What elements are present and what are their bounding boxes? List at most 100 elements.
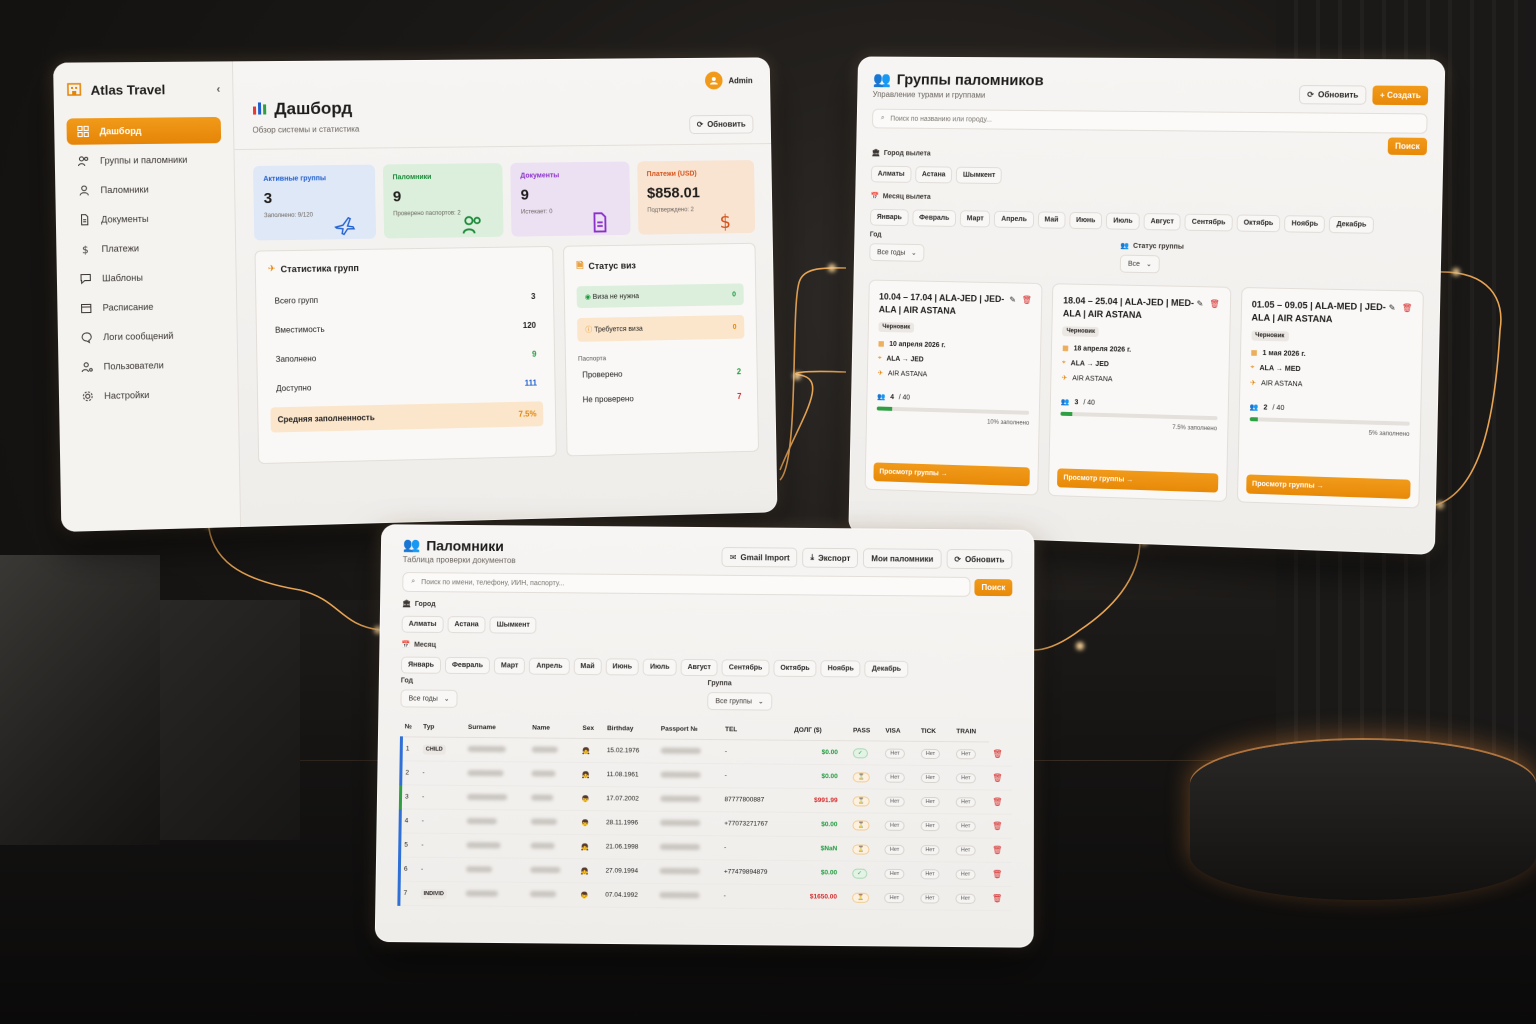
month-chip[interactable]: Август — [680, 658, 718, 677]
column-header[interactable]: Sex — [579, 718, 605, 739]
column-header[interactable]: ДОЛГ ($) — [791, 720, 851, 741]
trash-icon[interactable]: 🗑 — [989, 765, 1012, 791]
train-status[interactable]: Нет — [955, 893, 976, 904]
visa-status[interactable]: Нет — [885, 772, 905, 783]
trash-icon[interactable]: 🗑 — [989, 814, 1012, 839]
pencil-icon[interactable]: ✎ — [1197, 299, 1204, 308]
my-pilgrims-button[interactable]: Мои паломники — [863, 548, 942, 569]
train-status[interactable]: Нет — [956, 748, 976, 759]
export-button[interactable]: ⤓ Экспорт — [802, 547, 859, 569]
month-chip[interactable]: Апрель — [529, 657, 570, 675]
city-chip[interactable]: Шымкент — [489, 616, 537, 634]
pilgrims-year-select[interactable]: Все годы ⌄ — [400, 689, 458, 708]
year-select[interactable]: Все годы ⌄ — [869, 243, 925, 262]
pilgrims-search-button[interactable]: Поиск — [974, 578, 1013, 596]
stat-card[interactable]: Документы 9 Истекает: 0 — [510, 161, 631, 237]
tick-status[interactable]: Нет — [920, 772, 941, 783]
tick-status[interactable]: Нет — [920, 820, 940, 831]
sidebar-item[interactable]: Пользователи — [71, 351, 226, 380]
pass-status[interactable]: ⏳ — [852, 795, 870, 806]
column-header[interactable]: Birthday — [603, 719, 658, 740]
pass-status[interactable]: ⏳ — [852, 892, 870, 903]
sidebar-item[interactable]: Дашборд — [66, 116, 222, 145]
city-chip[interactable]: Астана — [915, 166, 953, 184]
group-card[interactable]: 01.05 – 09.05 | ALA-MED | JED-ALA | AIR … — [1236, 286, 1424, 509]
group-card[interactable]: 18.04 – 25.04 | ALA-JED | MED-ALA | AIR … — [1048, 283, 1232, 502]
column-header[interactable]: Тур — [419, 717, 466, 738]
pass-status[interactable]: ✓ — [852, 868, 867, 879]
chevron-left-icon[interactable]: ‹ — [216, 83, 220, 95]
tick-status[interactable]: Нет — [920, 892, 940, 904]
group-card[interactable]: 10.04 – 17.04 | ALA-JED | JED-ALA | AIR … — [864, 279, 1043, 496]
city-chip[interactable]: Алматы — [401, 615, 444, 633]
pass-status[interactable]: ⏳ — [852, 771, 870, 782]
month-chip[interactable]: Сентябрь — [1184, 213, 1233, 232]
view-group-button[interactable]: Просмотр группы → — [873, 462, 1031, 487]
column-header[interactable]: Surname — [464, 717, 530, 738]
pass-status[interactable]: ⏳ — [852, 819, 870, 831]
groups-search-input[interactable]: ⌕ Поиск по названию или городу... — [871, 108, 1428, 134]
column-header[interactable]: TRAIN — [953, 722, 990, 742]
column-header[interactable]: VISA — [882, 721, 918, 742]
train-status[interactable]: Нет — [956, 796, 976, 807]
trash-icon[interactable]: 🗑 — [1402, 303, 1413, 312]
train-status[interactable]: Нет — [956, 772, 976, 783]
trash-icon[interactable]: 🗑 — [988, 862, 1012, 887]
sidebar-item[interactable]: Группы и паломники — [67, 146, 222, 174]
trash-icon[interactable]: 🗑 — [989, 741, 1012, 767]
pencil-icon[interactable]: ✎ — [1389, 303, 1396, 312]
train-status[interactable]: Нет — [955, 844, 976, 856]
column-header[interactable]: № — [401, 717, 421, 738]
table-row[interactable]: 7 INDIVID 👦 07.04.1992 - $1650.00 ⏳ Нет Нет Нет 🗑 — [398, 881, 1012, 911]
month-chip[interactable]: Май — [1037, 211, 1066, 229]
sidebar-item[interactable]: $ Платежи — [69, 234, 224, 263]
month-chip[interactable]: Октябрь — [1236, 214, 1281, 233]
group-select[interactable]: Все группы ⌄ — [707, 692, 772, 711]
month-chip[interactable]: Июль — [642, 658, 677, 676]
city-chip[interactable]: Шымкент — [955, 166, 1003, 185]
tick-status[interactable]: Нет — [920, 844, 940, 855]
visa-status[interactable]: Нет — [884, 868, 905, 879]
visa-status[interactable]: Нет — [884, 892, 905, 903]
sidebar-item[interactable]: Паломники — [67, 175, 222, 203]
month-chip[interactable]: Май — [573, 658, 602, 676]
sidebar-item[interactable]: Логи сообщений — [70, 322, 225, 351]
trash-icon[interactable]: 🗑 — [989, 838, 1012, 863]
train-status[interactable]: Нет — [955, 868, 976, 880]
month-chip[interactable]: Июль — [1106, 212, 1140, 230]
tick-status[interactable]: Нет — [920, 868, 940, 879]
trash-icon[interactable]: 🗑 — [988, 886, 1012, 911]
month-chip[interactable]: Ноябрь — [1284, 215, 1326, 234]
tick-status[interactable]: Нет — [920, 748, 941, 759]
groups-search-button[interactable]: Поиск — [1387, 137, 1428, 156]
gmail-import-button[interactable]: ✉ Gmail Import — [721, 547, 798, 568]
month-chip[interactable]: Июнь — [1069, 211, 1103, 230]
train-status[interactable]: Нет — [955, 820, 976, 831]
sidebar-item[interactable]: Документы — [68, 205, 223, 233]
view-group-button[interactable]: Просмотр группы → — [1245, 474, 1411, 500]
pencil-icon[interactable]: ✎ — [1009, 295, 1016, 304]
month-chip[interactable]: Март — [959, 210, 991, 228]
view-group-button[interactable]: Просмотр группы → — [1057, 468, 1219, 493]
visa-status[interactable]: Нет — [885, 748, 905, 759]
stat-card[interactable]: Платежи (USD) $858.01 Подтверждено: 2 $ — [636, 160, 756, 235]
month-chip[interactable]: Ноябрь — [820, 660, 861, 678]
pass-status[interactable]: ⏳ — [852, 843, 870, 855]
tick-status[interactable]: Нет — [920, 796, 940, 807]
pass-status[interactable]: ✓ — [852, 747, 868, 758]
city-chip[interactable]: Астана — [447, 616, 486, 634]
trash-icon[interactable]: 🗑 — [1022, 296, 1032, 305]
stat-card[interactable]: Активные группы 3 Заполнено: 9/120 — [252, 164, 376, 241]
stat-card[interactable]: Паломники 9 Проверено паспортов: 2 — [382, 163, 504, 239]
trash-icon[interactable]: 🗑 — [1209, 299, 1219, 308]
sidebar-item[interactable]: Расписание — [70, 292, 225, 321]
month-chip[interactable]: Апрель — [994, 210, 1034, 229]
visa-status[interactable]: Нет — [884, 820, 905, 831]
city-chip[interactable]: Алматы — [870, 165, 912, 183]
column-header[interactable]: TEL — [721, 720, 792, 741]
groups-refresh-button[interactable]: ⟳ Обновить — [1298, 85, 1367, 105]
month-chip[interactable]: Декабрь — [864, 660, 909, 678]
column-header[interactable]: Passport № — [657, 719, 723, 740]
month-chip[interactable]: Сентябрь — [721, 659, 770, 677]
month-chip[interactable]: Февраль — [444, 656, 491, 675]
